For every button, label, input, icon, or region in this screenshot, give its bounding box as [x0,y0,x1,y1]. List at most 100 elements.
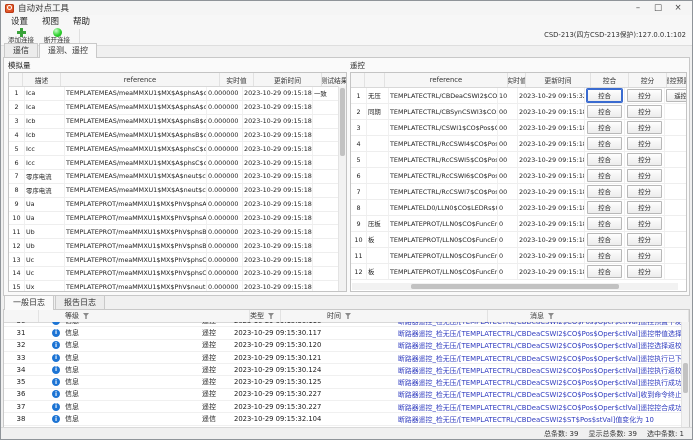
table-cell: 8 [9,184,25,197]
control-close-button[interactable]: 控合 [587,89,622,102]
analog-table-row[interactable]: 6IccTEMPLATEMEAS/meaMMXU1$MX$A$phsC$cVal… [9,156,339,170]
log-row[interactable]: 34i信息遥控2023-10-29 09:15:30.124断路器遥控_检无压/… [4,364,682,376]
control-open-button[interactable]: 控分 [627,265,662,278]
log-row[interactable]: 33i信息遥控2023-10-29 09:15:30.121断路器遥控_检无压/… [4,352,682,364]
analog-table-row[interactable]: 8零序电流TEMPLATEMEAS/meaMMXU1$MX$A$neut$cVa… [9,184,339,198]
menu-item[interactable]: 视图 [35,15,66,27]
control-open-button[interactable]: 控分 [627,233,662,246]
analog-table-row[interactable]: 1IcaTEMPLATEMEAS/meaMMXU1$MX$A$phsA$cVal… [9,87,339,101]
scrollbar-thumb[interactable] [340,88,345,156]
column-header [351,73,365,87]
control-table-row[interactable]: 10板TEMPLATEPROT/LLN0$CO$FuncEna2$Oper$ct… [351,232,686,248]
maximize-button[interactable]: □ [648,1,668,15]
log-row-number: 35 [4,376,38,387]
table-cell: 3 [9,115,25,128]
analog-table-row[interactable]: 15UxTEMPLATEPROT/meaMMXU1$MX$PhV$neut$cV… [9,281,339,292]
table-cell: Ub [25,225,65,238]
control-table-row[interactable]: 11TEMPLATEPROT/LLN0$CO$FuncEna3$Oper$ctl… [351,248,686,264]
info-icon: i [52,354,60,362]
analog-table-row[interactable]: 9UaTEMPLATEPROT/meaMMXU1$MX$PhV$phsA$cVa… [9,198,339,212]
log-row[interactable]: 32i信息遥控2023-10-29 09:15:30.120断路器遥控_检无压/… [4,340,682,352]
log-row[interactable]: 38i信息遥信2023-10-29 09:15:32.104断路器遥控_检无压/… [4,413,682,425]
control-table-row[interactable]: 12板TEMPLATEPROT/LLN0$CO$FuncEna4$Oper$ct… [351,264,686,280]
control-open-button[interactable]: 控分 [627,185,662,198]
table-cell: 控分 [625,168,665,183]
control-table-row[interactable]: 9压板TEMPLATEPROT/LLN0$CO$FuncEna1$Oper$ct… [351,216,686,232]
control-close-button[interactable]: 控合 [587,169,622,182]
control-close-button[interactable]: 控合 [587,217,622,230]
analog-table-row[interactable]: 14UcTEMPLATEPROT/meaMMXU1$MX$PhV$phsC$cV… [9,267,339,281]
analog-table-row[interactable]: 13UcTEMPLATEPROT/meaMMXU1$MX$PhV$phsC$cV… [9,253,339,267]
analog-table-row[interactable]: 4IcbTEMPLATEMEAS/meaMMXU1$MX$A$phsB$cVal… [9,129,339,143]
analog-table-scrollbar[interactable] [338,86,346,291]
analog-table-row[interactable]: 2IcaTEMPLATEMEAS/meaMMXU1$MX$A$phsA$cVal… [9,101,339,115]
table-cell [313,281,339,292]
analog-table-row[interactable]: 3IcbTEMPLATEMEAS/meaMMXU1$MX$A$phsB$cVal… [9,115,339,129]
control-table-row[interactable]: 6TEMPLATECTRL/RcCSWI6$CO$Pos$Oper$ctlVal… [351,168,686,184]
control-close-button[interactable]: 控合 [587,201,622,214]
control-open-button[interactable]: 控分 [627,105,662,118]
control-close-button[interactable]: 控合 [587,233,622,246]
control-open-button[interactable]: 控分 [627,217,662,230]
analog-table-row[interactable]: 5IccTEMPLATEMEAS/meaMMXU1$MX$A$phsC$cVal… [9,142,339,156]
table-cell: 压板 [367,216,389,231]
control-open-button[interactable]: 控分 [627,169,662,182]
control-table-row[interactable]: 7TEMPLATECTRL/RcCSWI7$CO$Pos$Oper$ctlVal… [351,184,686,200]
control-preset-button[interactable]: 遥控预置 [666,89,686,102]
control-close-button[interactable]: 控合 [587,137,622,150]
log-row[interactable]: 37i信息遥控2023-10-29 09:15:30.227断路器遥控_检无压/… [4,401,682,413]
control-open-button[interactable]: 控分 [627,89,662,102]
column-header: reference [61,73,220,86]
filter-icon[interactable] [345,313,351,319]
log-tab[interactable]: 报告日志 [55,295,105,309]
table-cell: 0.000000 [207,101,243,114]
control-table-row[interactable]: 4TEMPLATECTRL/RcCSWI4$CO$Pos$Oper$ctlVal… [351,136,686,152]
control-close-button[interactable]: 控合 [587,153,622,166]
analog-table-row[interactable]: 7零序电流TEMPLATEMEAS/meaMMXU1$MX$A$neut$cVa… [9,170,339,184]
control-table-hscrollbar[interactable] [352,283,678,290]
filter-icon[interactable] [83,313,89,319]
analog-table-row[interactable]: 11UbTEMPLATEPROT/meaMMXU1$MX$PhV$phsB$cV… [9,225,339,239]
table-cell [313,198,339,211]
scrollbar-thumb[interactable] [411,284,620,289]
control-table-row[interactable]: 5TEMPLATECTRL/RcCSWI5$CO$Pos$Oper$ctlVal… [351,152,686,168]
log-time-cell: 2023-10-29 09:15:30.117 [232,327,394,338]
control-table-row[interactable]: 8TEMPLATELD0/LLN0$CO$LEDRs$Oper$ctlVal02… [351,200,686,216]
control-open-button[interactable]: 控分 [627,137,662,150]
filter-icon[interactable] [268,313,274,319]
column-header: 遥控预置 [667,73,686,87]
control-close-button[interactable]: 控合 [587,121,622,134]
menu-item[interactable]: 帮助 [66,15,97,27]
table-cell [665,232,686,247]
scrollbar-thumb[interactable] [683,363,688,393]
analog-table-row[interactable]: 10UaTEMPLATEPROT/meaMMXU1$MX$PhV$phsA$cV… [9,212,339,226]
menu-item[interactable]: 设置 [4,15,35,27]
add-icon [17,28,26,37]
main-tab[interactable]: 遥测、遥控 [39,43,97,58]
control-close-button[interactable]: 控合 [587,105,622,118]
control-open-button[interactable]: 控分 [627,121,662,134]
control-open-button[interactable]: 控分 [627,201,662,214]
table-cell: TEMPLATECTRL/RcCSWI4$CO$Pos$Oper$ctlVal [389,136,498,151]
control-table-row[interactable]: 1无压TEMPLATECTRL/CBDeaCSWI2$CO$Pos$Oper$c… [351,88,686,104]
log-tab[interactable]: 一般日志 [4,295,54,310]
control-close-button[interactable]: 控合 [587,185,622,198]
control-open-button[interactable]: 控分 [627,153,662,166]
control-table-row[interactable]: 3TEMPLATECTRL/CSWI1$CO$Pos$Oper$ctlVal00… [351,120,686,136]
log-table-scrollbar[interactable] [681,322,689,429]
log-row[interactable]: 35i信息遥控2023-10-29 09:15:30.125断路器遥控_检无压/… [4,376,682,388]
table-cell: TEMPLATEPROT/meaMMXU1$MX$PhV$phsA$cVal$m… [65,198,207,211]
analog-table-row[interactable]: 12UbTEMPLATEPROT/meaMMXU1$MX$PhV$phsB$cV… [9,239,339,253]
log-row[interactable]: 31i信息遥控2023-10-29 09:15:30.117断路器遥控_检无压/… [4,327,682,339]
table-cell: 控合 [585,168,625,183]
main-tab[interactable]: 遥信 [4,43,38,57]
log-time-cell: 2023-10-29 09:15:30.125 [232,376,394,387]
minimize-button[interactable]: – [628,1,648,15]
control-close-button[interactable]: 控合 [587,265,622,278]
close-button[interactable]: × [668,1,688,15]
filter-icon[interactable] [548,313,554,319]
log-row[interactable]: 36i信息遥控2023-10-29 09:15:30.227断路器遥控_检无压/… [4,389,682,401]
control-open-button[interactable]: 控分 [627,249,662,262]
control-close-button[interactable]: 控合 [587,249,622,262]
control-table-row[interactable]: 2同期TEMPLATECTRL/CBSynCSWI3$CO$Pos$Oper$c… [351,104,686,120]
